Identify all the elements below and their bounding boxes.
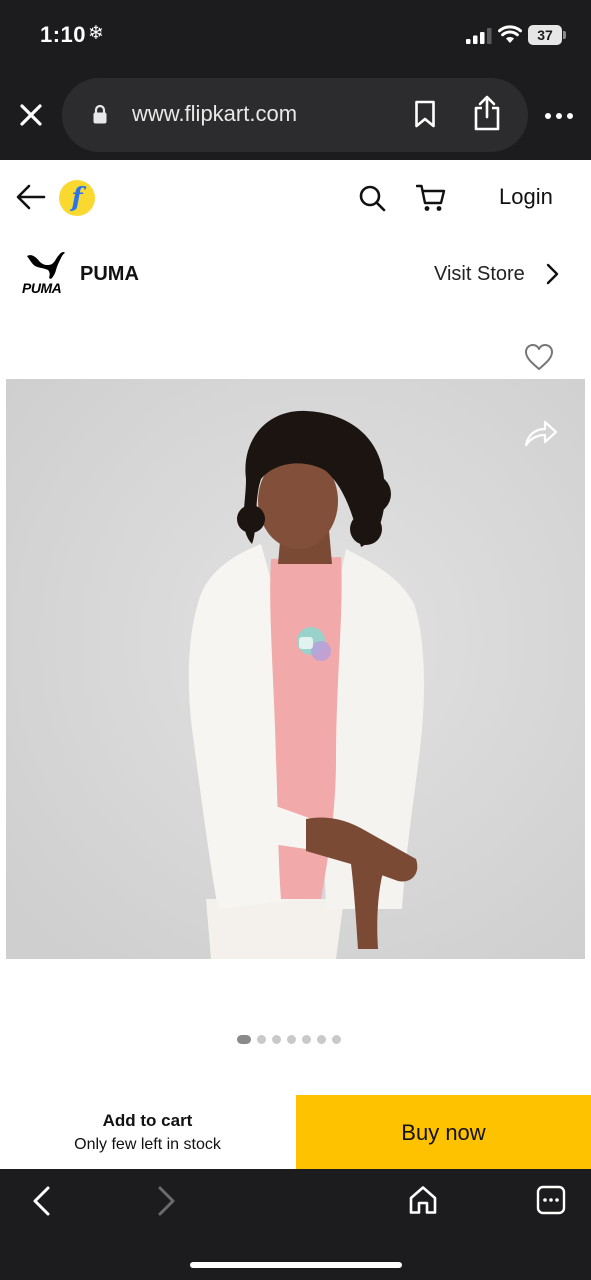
product-photo [6,379,585,959]
back-arrow-icon[interactable] [16,184,46,210]
buy-now-label: Buy now [401,1120,486,1145]
bookmark-icon[interactable] [414,100,436,128]
flipkart-logo[interactable]: f [59,180,95,216]
share-icon[interactable] [472,95,502,131]
battery-icon: 37 [528,25,566,45]
status-time: 1:10 [40,22,87,47]
search-icon[interactable] [358,184,386,212]
puma-wordmark: PUMA [22,280,62,296]
login-link[interactable]: Login [499,184,553,210]
share-arrow-icon[interactable] [524,419,558,447]
pagination-dot[interactable] [317,1034,326,1044]
wifi-icon [498,25,522,43]
pagination-dot[interactable] [302,1034,311,1044]
signal-icon [466,28,492,44]
puma-cat-icon [27,251,65,279]
brand-row[interactable]: PUMA PUMA Visit Store [0,236,591,316]
add-to-cart-label: Add to cart [102,1111,193,1130]
pagination-dot[interactable] [287,1034,296,1044]
cart-icon[interactable] [416,184,446,212]
nav-forward-icon[interactable] [156,1185,178,1217]
image-pagination[interactable] [237,1034,341,1044]
more-icon[interactable] [544,112,574,120]
buy-now-button[interactable]: Buy now [296,1095,591,1169]
pagination-dot[interactable] [272,1034,281,1044]
tabs-icon[interactable] [536,1185,566,1215]
status-bar: 1:10 ❄ 37 [0,0,591,72]
battery-level: 37 [528,25,562,45]
browser-bar: www.flipkart.com [0,72,591,160]
stock-note: Only few left in stock [74,1136,221,1153]
nav-back-icon[interactable] [30,1185,52,1217]
home-indicator[interactable] [190,1262,402,1268]
lock-icon [93,104,107,124]
add-to-cart-button[interactable]: Add to cart Only few left in stock [0,1095,295,1169]
pagination-dot[interactable] [237,1034,251,1044]
address-bar[interactable]: www.flipkart.com [62,78,528,152]
browser-toolbar [0,1169,591,1280]
puma-logo: PUMA [22,250,68,296]
brand-name: PUMA [80,263,139,285]
snowflake-icon: ❄ [88,23,104,44]
site-header: f Login [0,160,591,236]
chevron-right-icon[interactable] [545,263,559,285]
pagination-dot[interactable] [332,1034,341,1044]
heart-icon[interactable] [524,343,554,371]
home-icon[interactable] [408,1185,438,1215]
visit-store-link[interactable]: Visit Store [434,263,525,286]
close-icon[interactable] [18,102,44,128]
url-text[interactable]: www.flipkart.com [132,101,297,127]
product-image[interactable] [6,379,585,959]
pagination-dot[interactable] [257,1034,266,1044]
